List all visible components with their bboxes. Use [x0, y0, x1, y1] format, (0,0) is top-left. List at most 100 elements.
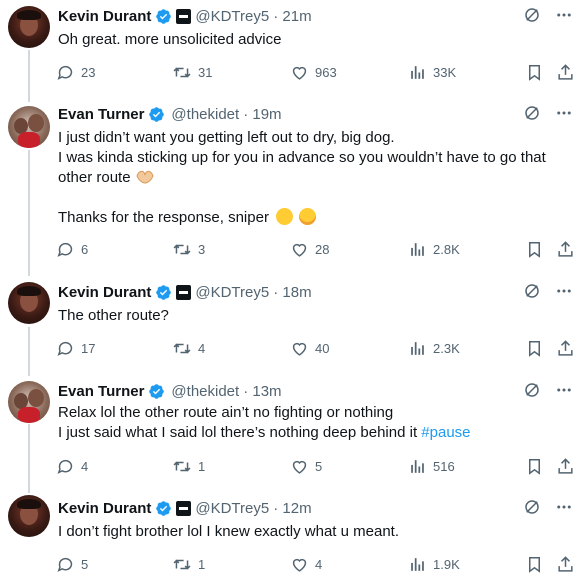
author-name[interactable]: Kevin Durant — [58, 8, 151, 25]
timestamp[interactable]: · 13m — [243, 383, 281, 400]
like-button[interactable]: 963 — [290, 62, 337, 82]
grok-icon[interactable] — [523, 498, 541, 516]
tweet-text: The other route? — [58, 306, 169, 326]
tweet-line: I was kinda sticking up for you in advan… — [58, 149, 546, 166]
more-icon[interactable] — [555, 282, 573, 300]
tweet[interactable]: Kevin Durant @KDTrey5 · 21m Oh great. mo… — [0, 0, 587, 98]
bookmark-icon — [528, 340, 541, 357]
tweet-line: Relax lol the other route ain’t no fight… — [58, 404, 394, 421]
tweet-actions: 4 1 5 516 — [56, 456, 581, 476]
avatar[interactable] — [8, 282, 50, 324]
views-button[interactable]: 33K — [408, 62, 456, 82]
more-icon[interactable] — [555, 104, 573, 122]
views-button[interactable]: 2.8K — [408, 239, 460, 259]
retweet-count: 1 — [198, 458, 206, 474]
author-handle[interactable]: @thekidet — [171, 383, 239, 400]
retweet-icon — [173, 243, 191, 255]
grok-icon[interactable] — [523, 6, 541, 24]
more-icon[interactable] — [555, 498, 573, 516]
timestamp[interactable]: · 18m — [273, 284, 311, 301]
share-button[interactable] — [556, 239, 575, 259]
bookmark-icon — [528, 458, 541, 475]
grok-icon[interactable] — [523, 104, 541, 122]
reply-icon — [57, 557, 73, 572]
reply-button[interactable]: 5 — [56, 554, 88, 574]
share-button[interactable] — [556, 554, 575, 574]
author-name[interactable]: Kevin Durant — [58, 284, 151, 301]
tweet-text: Relax lol the other route ain’t no fight… — [58, 403, 471, 443]
share-button[interactable] — [556, 62, 575, 82]
retweet-button[interactable]: 1 — [172, 456, 205, 476]
views-button[interactable]: 1.9K — [408, 554, 460, 574]
like-button[interactable]: 4 — [290, 554, 322, 574]
avatar[interactable] — [8, 6, 50, 48]
author-name[interactable]: Evan Turner — [58, 106, 144, 123]
grok-icon[interactable] — [523, 282, 541, 300]
retweet-count: 3 — [198, 241, 206, 257]
bookmark-button[interactable] — [525, 554, 544, 574]
bookmark-icon — [528, 241, 541, 258]
more-icon[interactable] — [555, 6, 573, 24]
reply-button[interactable]: 4 — [56, 456, 88, 476]
tweet-line: Thanks for the response, sniper — [58, 208, 546, 228]
views-count: 1.9K — [433, 556, 460, 572]
views-count: 516 — [433, 458, 455, 474]
retweet-button[interactable]: 3 — [172, 239, 205, 259]
tweet-actions: 23 31 963 33K — [56, 62, 581, 82]
tweet-line: other route — [58, 168, 546, 188]
reply-icon — [57, 459, 73, 474]
share-button[interactable] — [556, 338, 575, 358]
views-button[interactable]: 2.3K — [408, 338, 460, 358]
retweet-icon — [173, 66, 191, 78]
like-count: 963 — [315, 64, 337, 80]
like-icon — [292, 342, 307, 356]
like-button[interactable]: 28 — [290, 239, 329, 259]
tweet[interactable]: Kevin Durant @KDTrey5 · 18m The other ro… — [0, 274, 587, 372]
author-handle[interactable]: @KDTrey5 — [195, 284, 269, 301]
retweet-count: 1 — [198, 556, 206, 572]
share-button[interactable] — [556, 456, 575, 476]
tweet[interactable]: Evan Turner @thekidet · 19m I just didn’… — [0, 98, 587, 274]
reply-button[interactable]: 17 — [56, 338, 95, 358]
timestamp[interactable]: · 12m — [273, 500, 311, 517]
like-button[interactable]: 5 — [290, 456, 322, 476]
grinning-emoji — [276, 208, 294, 225]
hashtag-link[interactable]: #pause — [421, 424, 470, 441]
verified-icon — [156, 284, 172, 300]
verified-icon — [149, 383, 165, 399]
tweet[interactable]: Evan Turner @thekidet · 13m Relax lol th… — [0, 372, 587, 490]
timestamp[interactable]: · 21m — [273, 8, 311, 25]
retweet-button[interactable]: 4 — [172, 338, 205, 358]
views-count: 2.8K — [433, 241, 460, 257]
bookmark-button[interactable] — [525, 239, 544, 259]
reply-button[interactable]: 23 — [56, 62, 95, 82]
grok-icon[interactable] — [523, 381, 541, 399]
views-button[interactable]: 516 — [408, 456, 455, 476]
tweet[interactable]: Kevin Durant @KDTrey5 · 12m I don’t figh… — [0, 490, 587, 587]
bookmark-button[interactable] — [525, 62, 544, 82]
share-icon — [558, 240, 573, 257]
more-icon[interactable] — [555, 381, 573, 399]
tweet-text: Oh great. more unsolicited advice — [58, 30, 281, 50]
avatar[interactable] — [8, 106, 50, 148]
like-button[interactable]: 40 — [290, 338, 329, 358]
reply-button[interactable]: 6 — [56, 239, 88, 259]
author-name[interactable]: Kevin Durant — [58, 500, 151, 517]
bookmark-button[interactable] — [525, 456, 544, 476]
reply-count: 5 — [81, 556, 89, 572]
author-name[interactable]: Evan Turner — [58, 383, 144, 400]
timestamp[interactable]: · 19m — [243, 106, 281, 123]
avatar[interactable] — [8, 381, 50, 423]
retweet-icon — [173, 558, 191, 570]
avatar[interactable] — [8, 495, 50, 537]
retweet-button[interactable]: 31 — [172, 62, 212, 82]
author-handle[interactable]: @KDTrey5 — [195, 500, 269, 517]
tweet-actions: 17 4 40 2.3K — [56, 338, 581, 358]
retweet-icon — [173, 460, 191, 472]
reply-count: 6 — [81, 241, 89, 257]
author-handle[interactable]: @KDTrey5 — [195, 8, 269, 25]
tweet-line: I just didn’t want you getting left out … — [58, 129, 395, 146]
bookmark-button[interactable] — [525, 338, 544, 358]
retweet-button[interactable]: 1 — [172, 554, 205, 574]
author-handle[interactable]: @thekidet — [171, 106, 239, 123]
